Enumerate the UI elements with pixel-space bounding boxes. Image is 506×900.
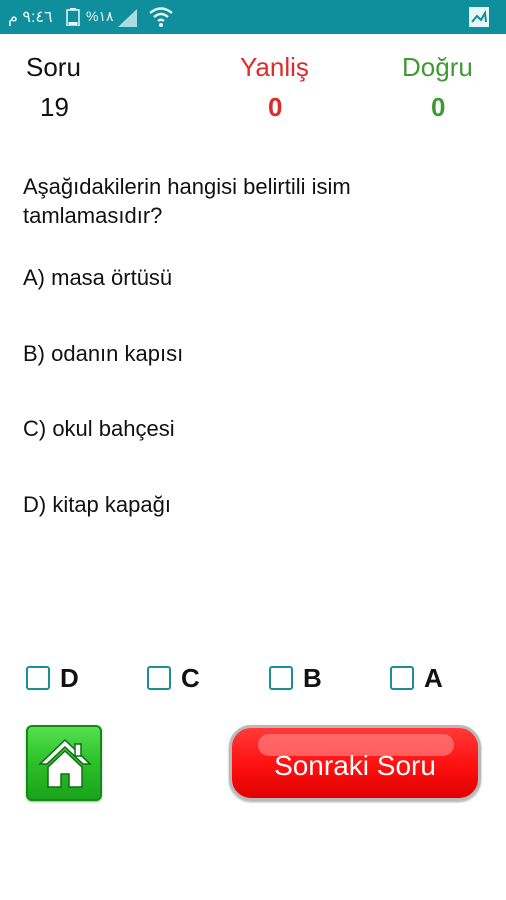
correct-count-label: Doğru	[402, 52, 473, 82]
home-icon	[38, 738, 92, 788]
gallery-icon	[469, 7, 489, 27]
answer-label-b: B	[303, 662, 322, 693]
option-d: D) kitap kapağı	[23, 492, 171, 517]
option-c: C) okul bahçesi	[23, 416, 175, 441]
answer-label-c: C	[181, 662, 200, 693]
status-bar: ٩:٤٦ م %١٨	[0, 0, 506, 34]
signal-icon	[118, 9, 137, 27]
checkbox-b[interactable]	[269, 666, 293, 690]
option-b: B) odanın kapısı	[23, 341, 184, 366]
answer-choice-c[interactable]: C	[147, 662, 200, 694]
status-time: ٩:٤٦ م	[8, 9, 53, 26]
option-a: A) masa örtüsü	[23, 265, 173, 290]
answer-choice-a[interactable]: A	[390, 662, 443, 694]
question-count-label: Soru	[26, 52, 81, 82]
correct-count: 0	[431, 92, 446, 122]
checkbox-c[interactable]	[147, 666, 171, 690]
answer-label-d: D	[60, 662, 79, 693]
answer-label-a: A	[424, 662, 443, 693]
battery-icon	[66, 8, 80, 26]
next-question-button[interactable]: Sonraki Soru	[229, 725, 481, 801]
question-text: Aşağıdakilerin hangisi belirtili isim ta…	[23, 174, 351, 228]
question-number: 19	[40, 92, 69, 122]
wrong-count: 0	[268, 92, 283, 122]
battery-percent: %١٨	[86, 8, 114, 24]
checkbox-d[interactable]	[26, 666, 50, 690]
next-question-label: Sonraki Soru	[274, 750, 436, 781]
checkbox-a[interactable]	[390, 666, 414, 690]
home-button[interactable]	[26, 725, 102, 801]
wifi-icon	[149, 7, 173, 27]
wrong-count-label: Yanliş	[240, 52, 309, 82]
answer-choice-b[interactable]: B	[269, 662, 322, 694]
answer-choice-d[interactable]: D	[26, 662, 79, 694]
